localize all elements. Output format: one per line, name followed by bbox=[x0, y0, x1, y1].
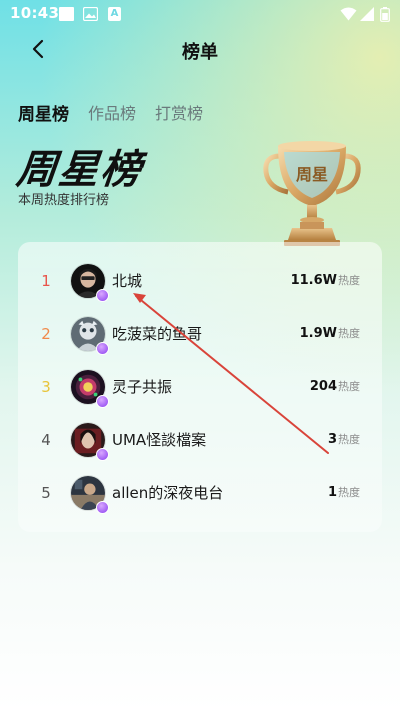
trophy-icon: 周星 bbox=[263, 141, 361, 246]
ranking-row-2[interactable]: 2 吃菠菜的鱼哥 1.9W热度 bbox=[18, 314, 382, 367]
ranking-row-1[interactable]: 1 北城 11.6W热度 bbox=[18, 261, 382, 314]
tab-works[interactable]: 作品榜 bbox=[88, 100, 136, 125]
heat-unit: 热度 bbox=[338, 486, 360, 499]
status-time: 10:43 bbox=[10, 4, 60, 22]
heat-score-value: 3 bbox=[327, 432, 337, 447]
user-name: allen的深夜电台 bbox=[112, 484, 224, 502]
heat-unit: 热度 bbox=[338, 433, 360, 446]
vip-badge-icon bbox=[96, 501, 109, 514]
rank-number: 4 bbox=[41, 431, 51, 449]
image-notification-icon bbox=[83, 7, 98, 21]
user-name: 北城 bbox=[112, 272, 143, 290]
heat-score: 204热度 bbox=[310, 367, 360, 407]
vip-badge-icon bbox=[96, 289, 109, 302]
heat-score: 11.6W热度 bbox=[291, 261, 360, 301]
ranking-row-5[interactable]: 5 allen的深夜电台 1热度 bbox=[18, 473, 382, 526]
heat-score-value: 11.6W bbox=[290, 273, 337, 288]
ranking-row-4[interactable]: 4 UMA怪談檔案 3热度 bbox=[18, 420, 382, 473]
user-name: 灵子共振 bbox=[112, 378, 173, 396]
avatar[interactable] bbox=[70, 263, 109, 302]
a-notification-icon: A bbox=[108, 7, 121, 21]
battery-icon bbox=[380, 7, 390, 22]
heat-score: 1.9W热度 bbox=[300, 314, 360, 354]
heat-score-value: 1.9W bbox=[299, 326, 337, 341]
tab-weekly-star[interactable]: 周星榜 bbox=[18, 100, 69, 125]
avatar[interactable] bbox=[70, 475, 109, 514]
heat-score: 1热度 bbox=[328, 473, 360, 513]
hero-subtitle: 本周热度排行榜 bbox=[18, 193, 110, 208]
ranking-card: 1 北城 11.6W热度 2 吃菠菜的鱼哥 1.9W热度 3 灵子共振 204热… bbox=[18, 242, 382, 532]
vip-badge-icon bbox=[96, 395, 109, 408]
heat-score: 3热度 bbox=[328, 420, 360, 460]
signal-icon bbox=[360, 7, 374, 21]
hero-title: 周星榜 bbox=[14, 147, 145, 193]
avatar[interactable] bbox=[70, 369, 109, 408]
trophy-label: 周星 bbox=[296, 165, 328, 184]
ranking-row-3[interactable]: 3 灵子共振 204热度 bbox=[18, 367, 382, 420]
rank-number: 2 bbox=[41, 325, 51, 343]
avatar[interactable] bbox=[70, 422, 109, 461]
vip-badge-icon bbox=[96, 342, 109, 355]
vip-badge-icon bbox=[96, 448, 109, 461]
rank-number: 3 bbox=[41, 378, 51, 396]
heat-score-value: 1 bbox=[327, 485, 337, 500]
ranking-tabs: 周星榜 作品榜 打赏榜 bbox=[18, 100, 222, 125]
heat-unit: 热度 bbox=[338, 274, 360, 287]
rank-number: 1 bbox=[41, 272, 51, 290]
heat-score-value: 204 bbox=[309, 379, 337, 394]
page-title: 榜单 bbox=[182, 42, 218, 63]
heat-unit: 热度 bbox=[338, 327, 360, 340]
notification-square-icon bbox=[59, 7, 74, 21]
avatar[interactable] bbox=[70, 316, 109, 355]
status-bar: 10:43 A bbox=[0, 0, 400, 28]
rank-number: 5 bbox=[41, 484, 51, 502]
tab-tips[interactable]: 打赏榜 bbox=[155, 100, 203, 125]
wifi-icon bbox=[340, 7, 357, 21]
heat-unit: 热度 bbox=[338, 380, 360, 393]
user-name: UMA怪談檔案 bbox=[112, 431, 207, 449]
user-name: 吃菠菜的鱼哥 bbox=[112, 325, 203, 343]
